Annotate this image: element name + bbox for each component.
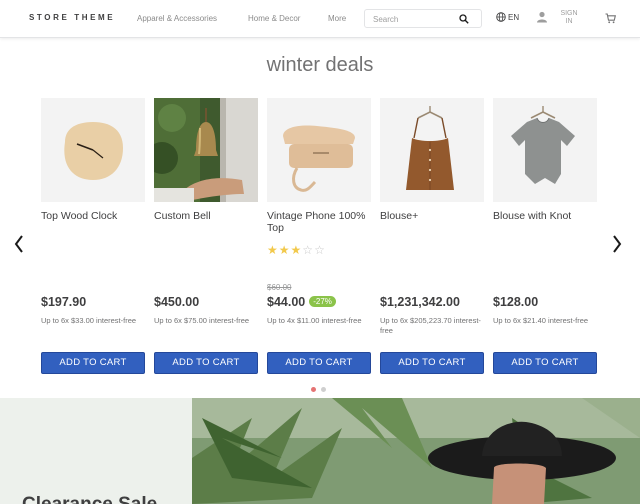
product-name[interactable]: Blouse with Knot — [493, 210, 597, 222]
product-card[interactable]: Blouse with Knot $128.00 Up to 6x $21.40… — [493, 98, 597, 378]
language-selector[interactable]: EN — [496, 12, 522, 24]
star-empty-icon: ☆ — [314, 243, 326, 257]
product-price: $197.90 — [41, 295, 87, 309]
carousel-next-arrow-icon[interactable] — [611, 234, 623, 254]
product-installments: Up to 4x $11.00 interest-free — [267, 316, 362, 325]
sign-in-label-line2: IN — [565, 18, 573, 25]
product-name[interactable]: Vintage Phone 100% Top — [267, 210, 371, 234]
product-image-phone[interactable] — [267, 98, 371, 202]
add-to-cart-button[interactable]: ADD TO CART — [154, 352, 258, 374]
cart-icon[interactable] — [605, 13, 616, 24]
product-installments: Up to 6x $75.00 interest-free — [154, 316, 250, 325]
product-price: $450.00 — [154, 295, 200, 309]
clearance-sale-banner[interactable]: Clearance Sale — [0, 398, 640, 504]
star-empty-icon: ☆ — [302, 243, 315, 257]
product-installments: Up to 6x $21.40 interest-free — [493, 316, 589, 325]
discount-badge: -27% — [309, 296, 336, 307]
nav-more[interactable]: More — [328, 14, 346, 23]
product-card[interactable]: Vintage Phone 100% Top ★★★☆☆ $60.00 $44.… — [267, 98, 371, 378]
search-box — [364, 9, 482, 28]
user-icon[interactable] — [536, 11, 548, 23]
product-rating: ★★★☆☆ — [267, 243, 326, 257]
nav-apparel-accessories[interactable]: Apparel & Accessories — [137, 14, 217, 23]
store-logo[interactable]: STORE THEME — [29, 13, 115, 22]
product-price: $44.00 — [267, 295, 306, 309]
add-to-cart-button[interactable]: ADD TO CART — [267, 352, 371, 374]
carousel-pagination — [311, 387, 331, 393]
globe-icon — [496, 12, 506, 22]
product-card[interactable]: Custom Bell $450.00 Up to 6x $75.00 inte… — [154, 98, 258, 378]
hero-image — [192, 398, 640, 504]
star-full-icon: ★ — [267, 243, 279, 257]
add-to-cart-button[interactable]: ADD TO CART — [41, 352, 145, 374]
pagination-dot[interactable] — [321, 387, 326, 392]
language-label: EN — [508, 13, 520, 22]
product-price: $1,231,342.00 — [380, 295, 460, 309]
product-installments: Up to 6x $205,223.70 interest-free — [380, 316, 481, 335]
search-icon[interactable] — [459, 14, 469, 24]
add-to-cart-button[interactable]: ADD TO CART — [493, 352, 597, 374]
add-to-cart-button[interactable]: ADD TO CART — [380, 352, 484, 374]
star-full-icon: ★ — [290, 243, 303, 257]
product-name[interactable]: Custom Bell — [154, 210, 258, 222]
sign-in-link[interactable]: SIGN IN — [556, 10, 582, 26]
product-list-price: $60.00 — [267, 283, 292, 292]
sign-in-label-line1: SIGN — [560, 10, 578, 17]
star-full-icon: ★ — [278, 243, 291, 257]
section-title: winter deals — [266, 54, 374, 76]
product-image-bell[interactable] — [154, 98, 258, 202]
product-price: $128.00 — [493, 295, 539, 309]
carousel-prev-arrow-icon[interactable] — [13, 234, 25, 254]
hero-title: Clearance Sale — [22, 494, 157, 504]
product-installments: Up to 6x $33.00 interest-free — [41, 316, 137, 325]
product-image-clock[interactable] — [41, 98, 145, 202]
product-name[interactable]: Top Wood Clock — [41, 210, 145, 222]
search-input[interactable] — [373, 13, 459, 25]
product-image-tshirt[interactable] — [493, 98, 597, 202]
product-card[interactable]: Blouse+ $1,231,342.00 Up to 6x $205,223.… — [380, 98, 484, 378]
nav-home-decor[interactable]: Home & Decor — [248, 14, 300, 23]
top-header: STORE THEME Apparel & Accessories Home &… — [0, 0, 640, 38]
product-card[interactable]: Top Wood Clock $197.90 Up to 6x $33.00 i… — [41, 98, 145, 378]
product-price-row: $44.00 -27% — [267, 295, 336, 309]
product-image-blouse[interactable] — [380, 98, 484, 202]
product-name[interactable]: Blouse+ — [380, 210, 484, 222]
pagination-dot-active[interactable] — [311, 387, 316, 392]
